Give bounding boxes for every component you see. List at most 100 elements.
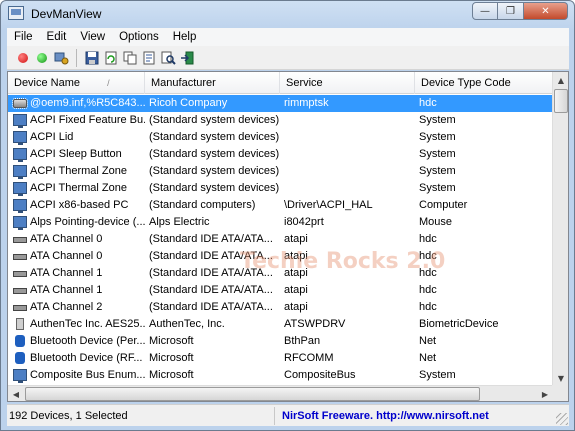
table-row[interactable]: Bluetooth Device (RF... Microsoft RFCOMM Ne… [8,350,553,367]
disable-device-icon [18,52,28,63]
scroll-left-icon[interactable]: ◀ [8,386,24,401]
table-row[interactable]: Bluetooth Device (Per... Microsoft BthPan N… [8,333,553,350]
table-row[interactable]: ACPI Fixed Feature Bu... (Standard system… [8,112,553,129]
close-button[interactable]: ✕ [524,2,568,20]
save-button[interactable] [84,50,100,66]
scrollbar-corner [552,385,568,401]
cell-device-type-code: System [419,369,456,381]
bluetooth-icon [15,335,25,347]
cell-device-name: ATA Channel 0 [30,233,103,245]
cell-device-type-code: hdc [419,97,437,109]
device-properties-icon [54,52,69,64]
table-row[interactable]: ACPI x86-based PC (Standard computers) \Dr… [8,197,553,214]
copy-button[interactable] [122,50,138,66]
exit-icon [181,51,194,64]
cell-device-name: ACPI x86-based PC [30,199,129,211]
menu-edit[interactable]: Edit [40,31,74,43]
menu-view[interactable]: View [73,31,112,43]
table-row[interactable]: ATA Channel 0 (Standard IDE ATA/ATA... ata… [8,248,553,265]
table-row[interactable]: ACPI Thermal Zone (Standard system device… [8,180,553,197]
cell-device-type-code: System [419,114,456,126]
column-header-manufacturer[interactable]: Manufacturer [145,72,280,94]
table-row[interactable]: ACPI Sleep Button (Standard system device… [8,146,553,163]
scroll-down-icon[interactable]: ▼ [553,370,568,386]
cell-device-name: ATA Channel 2 [30,301,103,313]
cell-device-type-code: Net [419,335,437,347]
table-row[interactable]: ATA Channel 2 (Standard IDE ATA/ATA... ata… [8,299,553,316]
exit-button[interactable] [179,50,195,66]
cell-device-name: Bluetooth Device (Per... [30,335,145,347]
cell-service: atapi [284,267,308,279]
ide-channel-icon [13,237,27,243]
cell-manufacturer: (Standard system devices) [149,165,279,177]
cell-device-name: ACPI Fixed Feature Bu... [30,114,145,126]
cell-service: \Driver\ACPI_HAL [284,199,373,211]
cell-manufacturer: Ricoh Company [149,97,228,109]
list-rows: @oem9.inf,%R5C843... Ricoh Company rimmpts… [8,95,553,384]
refresh-button[interactable] [103,50,119,66]
cell-device-name: ATA Channel 0 [30,250,103,262]
cell-device-name: Alps Pointing-device (... [30,216,145,228]
table-row[interactable]: ACPI Thermal Zone (Standard system device… [8,163,553,180]
cell-device-type-code: hdc [419,267,437,279]
cell-manufacturer: AuthenTec, Inc. [149,318,225,330]
enable-device-button[interactable] [34,50,50,66]
cell-device-type-code: Mouse [419,216,453,228]
nirsoft-link[interactable]: NirSoft Freeware. http://www.nirsoft.net [282,407,489,425]
vertical-scrollbar[interactable]: ▲ ▼ [552,72,568,386]
horizontal-scroll-thumb[interactable] [25,387,480,401]
cell-device-name: ATA Channel 1 [30,284,103,296]
cell-device-name: ACPI Sleep Button [30,148,122,160]
table-row[interactable]: ATA Channel 1 (Standard IDE ATA/ATA... ata… [8,265,553,282]
ide-channel-icon [13,288,27,294]
table-row[interactable]: @oem9.inf,%R5C843... Ricoh Company rimmpts… [8,95,553,112]
window-title: DevManView [31,7,102,21]
list-header: Device Name / Manufacturer Service Devic… [8,72,553,94]
menu-file[interactable]: File [7,31,40,43]
maximize-button[interactable]: ❐ [498,2,524,20]
table-row[interactable]: ATA Channel 0 (Standard IDE ATA/ATA... ata… [8,231,553,248]
fingerprint-reader-icon [16,318,24,330]
table-row[interactable]: ACPI Lid (Standard system devices) System [8,129,553,146]
menu-help[interactable]: Help [166,31,204,43]
column-header-device-type-code[interactable]: Device Type Code [415,72,553,94]
cell-service: atapi [284,301,308,313]
resize-grip-icon[interactable] [556,413,568,425]
find-icon [161,51,176,65]
system-device-icon [13,165,27,179]
column-header-service[interactable]: Service [280,72,415,94]
find-button[interactable] [160,50,176,66]
table-row[interactable]: Composite Bus Enum... Microsoft CompositeB… [8,367,553,384]
table-row[interactable]: ATA Channel 1 (Standard IDE ATA/ATA... ata… [8,282,553,299]
scroll-up-icon[interactable]: ▲ [553,72,568,88]
column-header-device-name[interactable]: Device Name / [8,72,145,94]
device-list[interactable]: Device Name / Manufacturer Service Devic… [7,71,569,402]
title-bar[interactable]: DevManView — ❐ ✕ [1,1,574,27]
cell-service: CompositeBus [284,369,356,381]
cell-device-type-code: System [419,148,456,160]
ide-channel-icon [13,254,27,260]
cell-device-name: Composite Bus Enum... [30,369,145,381]
cell-device-name: AuthenTec Inc. AES25... [30,318,145,330]
html-report-button[interactable] [141,50,157,66]
table-row[interactable]: Alps Pointing-device (... Alps Electric i8… [8,214,553,231]
table-row[interactable]: AuthenTec Inc. AES25... AuthenTec, Inc. AT… [8,316,553,333]
cell-manufacturer: (Standard system devices) [149,114,279,126]
system-device-icon [13,131,27,145]
cell-service: atapi [284,284,308,296]
vertical-scroll-thumb[interactable] [554,89,568,113]
bluetooth-icon [15,352,25,364]
scroll-right-icon[interactable]: ▶ [537,386,553,401]
disable-device-button[interactable] [15,50,31,66]
mouse-icon [13,216,27,230]
cell-manufacturer: (Standard IDE ATA/ATA... [149,233,273,245]
menu-options[interactable]: Options [112,31,166,43]
cell-manufacturer: Microsoft [149,352,194,364]
system-device-icon [13,369,27,383]
ide-channel-icon [13,271,27,277]
horizontal-scrollbar[interactable]: ◀ ▶ [8,385,553,401]
device-properties-button[interactable] [53,50,69,66]
minimize-button[interactable]: — [472,2,498,20]
cell-device-name: ATA Channel 1 [30,267,103,279]
cell-device-type-code: BiometricDevice [419,318,499,330]
